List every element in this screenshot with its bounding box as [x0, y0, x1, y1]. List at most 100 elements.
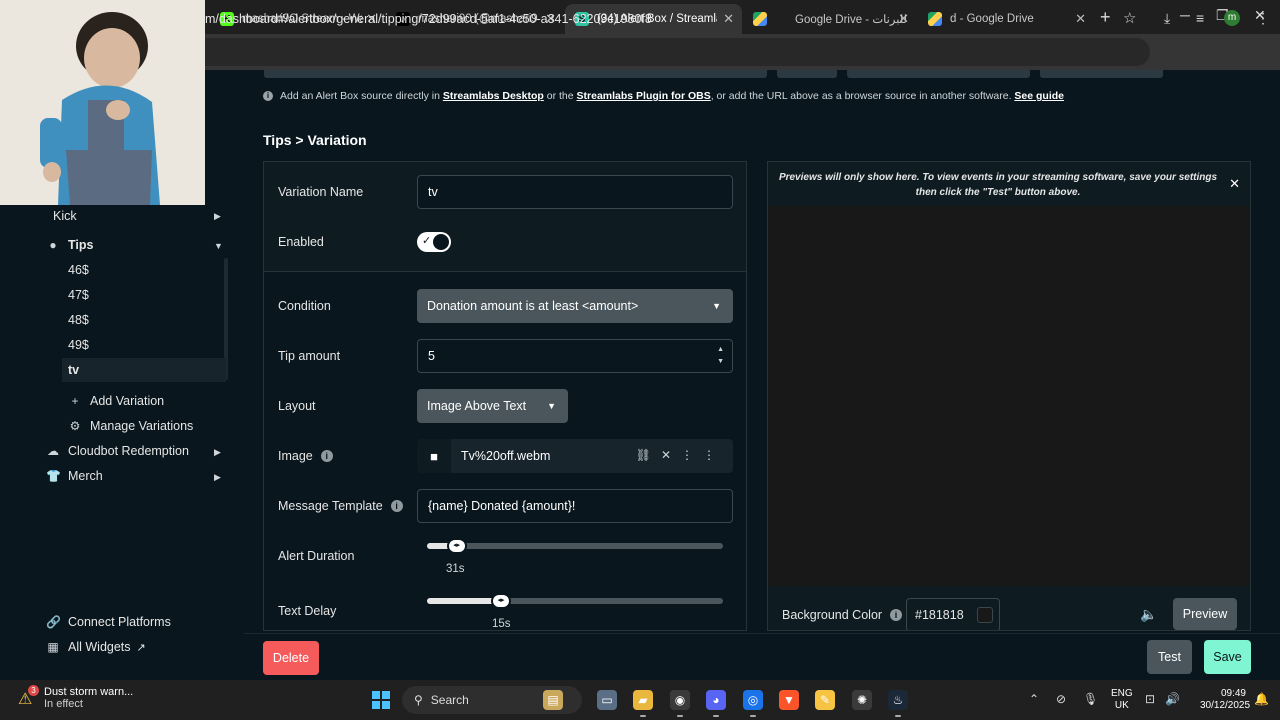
windows-start-icon[interactable]	[372, 691, 390, 709]
close-icon[interactable]: ✕	[1229, 176, 1240, 192]
network-icon[interactable]: ⊡	[1145, 692, 1155, 706]
keyboard-layout: UK	[1114, 700, 1129, 711]
tray-chevron-up-icon[interactable]: ⌃	[1029, 692, 1039, 706]
google-drive-icon	[928, 12, 942, 26]
notes-app-icon[interactable]: ✎	[815, 690, 835, 710]
select-value: Donation amount is at least <amount>	[427, 299, 639, 313]
download-icon[interactable]: ⤓	[1164, 10, 1170, 27]
system-clock[interactable]: 09:49 30/12/2025	[1200, 688, 1251, 712]
preview-button[interactable]: Preview	[1173, 598, 1237, 630]
sidebar-item-tips[interactable]: ● Tips	[46, 238, 93, 252]
variation-item-tv[interactable]: tv	[62, 358, 226, 382]
discord-icon[interactable]: ◕	[706, 690, 726, 717]
clear-icon[interactable]: ✕	[661, 448, 681, 462]
warning-icon: ⚠ 3	[18, 685, 39, 708]
color-swatch[interactable]	[977, 607, 993, 623]
manage-variations-button[interactable]: ⚙ Manage Variations	[68, 419, 194, 433]
steelseries-icon[interactable]: ✺	[852, 690, 872, 710]
streamlabs-desktop-link[interactable]: Streamlabs Desktop	[443, 90, 544, 102]
text-delay-slider[interactable]: ◂▸	[427, 593, 723, 609]
tray-app-icon[interactable]: ⊘	[1056, 692, 1066, 706]
number-stepper-icon[interactable]: ▲ ▼	[717, 344, 724, 368]
sidebar-item-kick[interactable]: Kick	[53, 209, 77, 223]
top-action-button[interactable]	[1040, 70, 1163, 78]
video-camera-icon: ■	[417, 439, 451, 473]
minimize-icon[interactable]: ─	[1180, 7, 1190, 23]
enabled-label: Enabled	[278, 235, 324, 249]
steam-icon[interactable]: ♨	[888, 690, 908, 717]
weather-widget[interactable]: ⚠ 3 Dust storm warn... In effect	[18, 685, 134, 710]
variation-name-input[interactable]: tv	[417, 175, 733, 209]
gallery-grid-icon[interactable]: ⋮⋮	[681, 448, 725, 462]
volume-icon[interactable]: 🔈	[1140, 606, 1157, 623]
slider-thumb[interactable]: ◂▸	[446, 538, 467, 554]
top-action-button[interactable]	[847, 70, 1030, 78]
input-value: {name} Donated {amount}!	[428, 499, 576, 513]
media-control-icon[interactable]: ≡	[1196, 10, 1204, 26]
message-template-input[interactable]: {name} Donated {amount}!	[417, 489, 733, 523]
close-icon[interactable]: ✕	[898, 11, 909, 27]
weather-title: Dust storm warn...	[44, 686, 134, 698]
condition-label: Condition	[278, 299, 331, 313]
microphone-icon[interactable]: 🎙	[1083, 692, 1098, 706]
variation-item-47[interactable]: 47$	[62, 283, 226, 307]
bookmark-star-icon[interactable]: ☆	[1123, 9, 1136, 27]
clock-date: 30/12/2025	[1200, 700, 1251, 711]
widget-app-icon[interactable]: ▤	[543, 690, 563, 710]
alert-duration-slider[interactable]: ◂▸	[427, 538, 723, 554]
save-button[interactable]: Save	[1204, 640, 1251, 674]
variation-label: 48$	[68, 313, 89, 327]
obs-plugin-link[interactable]: Streamlabs Plugin for OBS	[577, 90, 711, 102]
link-icon[interactable]: ⛓	[636, 448, 661, 462]
variation-item-48[interactable]: 48$	[62, 308, 226, 332]
clock-time: 09:49	[1220, 688, 1246, 699]
sidebar-item-merch[interactable]: 👕 Merch	[46, 469, 103, 483]
copy-url-button[interactable]	[777, 70, 837, 78]
all-widgets-label: All Widgets	[68, 640, 131, 654]
notification-bell-icon[interactable]: 🔔	[1254, 692, 1269, 706]
variation-item-49[interactable]: 49$	[62, 333, 226, 357]
help-icon[interactable]: i	[390, 500, 403, 512]
info-prefix: Add an Alert Box source directly in	[280, 90, 440, 102]
help-icon[interactable]: i	[320, 450, 333, 462]
delete-button[interactable]: Delete	[263, 641, 319, 675]
task-view-icon[interactable]: ▭	[597, 690, 617, 710]
background-color-input[interactable]: #181818	[906, 598, 1000, 630]
file-explorer-icon[interactable]: ▰	[633, 690, 653, 717]
chrome-icon[interactable]: ◎	[743, 690, 763, 717]
label-text: Text Delay	[278, 604, 337, 618]
variation-item-46[interactable]: 46$	[62, 258, 226, 282]
tip-amount-input[interactable]: 5 ▲ ▼	[417, 339, 733, 373]
notification-badge: 3	[28, 685, 39, 696]
tab-google-drive-1[interactable]: Google Drive - اللبرنات ✕	[743, 4, 917, 34]
test-button[interactable]: Test	[1147, 640, 1192, 674]
preview-note: Previews will only show here. To view ev…	[778, 172, 1218, 198]
connect-platforms-button[interactable]: 🔗 Connect Platforms	[46, 615, 171, 629]
brave-icon[interactable]: ▼	[779, 690, 799, 710]
slider-fill	[427, 598, 501, 604]
sidebar-item-cloudbot[interactable]: ☁ Cloudbot Redemption	[46, 444, 189, 458]
add-variation-button[interactable]: + Add Variation	[68, 394, 164, 408]
address-url[interactable]: m/dashboard#/alertbox/general/tipping/72…	[205, 12, 652, 26]
obs-icon[interactable]: ◉	[670, 690, 690, 717]
condition-select[interactable]: Donation amount is at least <amount> ▼	[417, 289, 733, 323]
close-icon[interactable]: ✕	[723, 11, 734, 27]
new-tab-button[interactable]: +	[1100, 7, 1111, 28]
menu-kebab-icon[interactable]: ⋮	[1256, 10, 1270, 27]
image-file-field[interactable]: ■ Tv%20off.webm ⛓✕⋮⋮	[417, 439, 733, 473]
enabled-toggle[interactable]: ✓	[417, 232, 451, 252]
all-widgets-button[interactable]: ▦ All Widgets ↗	[46, 640, 145, 654]
close-icon[interactable]: ✕	[1075, 11, 1086, 27]
help-icon[interactable]: i	[890, 609, 903, 621]
language-indicator[interactable]: ENG UK	[1111, 688, 1133, 712]
see-guide-link[interactable]: See guide	[1014, 90, 1064, 102]
tab-google-drive-2[interactable]: d - Google Drive ✕	[918, 4, 1094, 34]
slider-thumb[interactable]: ◂▸	[491, 593, 511, 609]
speaker-icon[interactable]: 🔊	[1165, 692, 1180, 706]
widget-url-field[interactable]	[264, 70, 767, 78]
variation-label: 49$	[68, 338, 89, 352]
taskbar: ⚠ 3 Dust storm warn... In effect ⚲ Search…	[0, 680, 1280, 720]
profile-avatar[interactable]: m	[1224, 10, 1240, 26]
address-bar[interactable]	[150, 38, 1150, 66]
layout-select[interactable]: Image Above Text ▼	[417, 389, 568, 423]
